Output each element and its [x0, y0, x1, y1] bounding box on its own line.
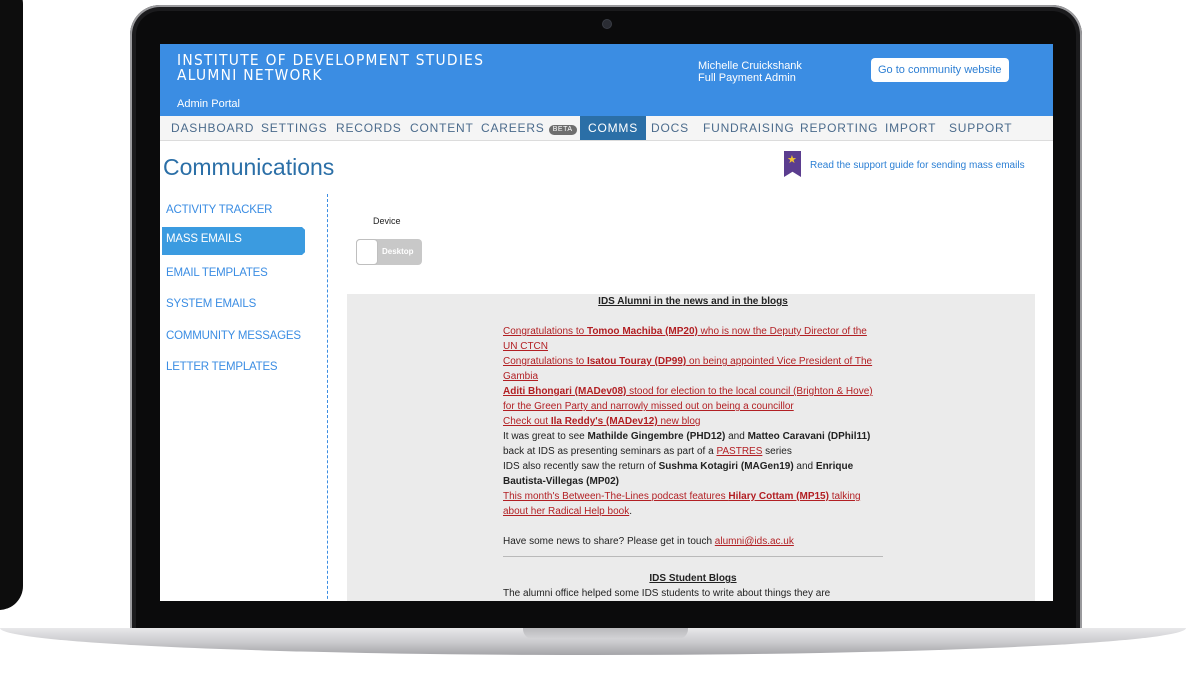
- news-item: Check out Ila Reddy's (MADev12) new blog: [503, 414, 883, 429]
- email-heading: IDS Alumni in the news and in the blogs: [598, 296, 788, 307]
- news-item: It was great to see Mathilde Gingembre (…: [503, 431, 871, 457]
- news-link[interactable]: Congratulations to Isatou Touray (DP99) …: [503, 356, 872, 382]
- alumni-email-link[interactable]: alumni@ids.ac.uk: [715, 536, 794, 547]
- sidebar-item-letter-templates[interactable]: LETTER TEMPLATES: [166, 361, 278, 373]
- news-item: Aditi Bhongari (MADev08) stood for elect…: [503, 384, 883, 414]
- news-link[interactable]: Check out Ila Reddy's (MADev12) new blog: [503, 416, 700, 427]
- camera-icon: [603, 20, 611, 28]
- top-header: INSTITUTE OF DEVELOPMENT STUDIES ALUMNI …: [160, 44, 1053, 116]
- sidebar-item-email-templates[interactable]: EMAIL TEMPLATES: [166, 267, 268, 279]
- support-guide-link[interactable]: Read the support guide for sending mass …: [810, 160, 1025, 171]
- sidebar-item-community-messages[interactable]: COMMUNITY MESSAGES: [166, 330, 301, 342]
- nav-comms[interactable]: COMMS: [580, 116, 646, 140]
- nav-reporting[interactable]: REPORTING: [800, 116, 878, 140]
- news-item: Congratulations to Isatou Touray (DP99) …: [503, 354, 883, 384]
- main-nav: DASHBOARD SETTINGS RECORDS CONTENT CAREE…: [160, 116, 1053, 141]
- nav-content[interactable]: CONTENT: [410, 116, 474, 140]
- device-label: Device: [373, 216, 401, 226]
- nav-settings[interactable]: SETTINGS: [261, 116, 327, 140]
- nav-support[interactable]: SUPPORT: [949, 116, 1012, 140]
- nav-records[interactable]: RECORDS: [336, 116, 402, 140]
- student-blogs-heading: IDS Student Blogs: [649, 573, 737, 584]
- site-subtitle: Admin Portal: [177, 98, 240, 110]
- news-item: This month's Between-The-Lines podcast f…: [503, 491, 861, 517]
- adjacent-device-edge: [0, 0, 23, 610]
- sidebar-item-label: MASS EMAILS: [166, 233, 242, 245]
- sidebar-item-activity-tracker[interactable]: ACTIVITY TRACKER: [166, 204, 272, 216]
- sidebar: [160, 194, 328, 601]
- user-name: Michelle Cruickshank: [698, 60, 802, 72]
- nav-careers[interactable]: CAREERS BETA: [481, 116, 577, 140]
- email-preview: IDS Alumni in the news and in the blogs …: [347, 294, 1035, 601]
- beta-badge: BETA: [548, 125, 577, 135]
- nav-docs[interactable]: DOCS: [651, 116, 689, 140]
- page-title: Communications: [163, 154, 335, 180]
- laptop-base-notch: [523, 628, 688, 639]
- laptop-screen: INSTITUTE OF DEVELOPMENT STUDIES ALUMNI …: [160, 44, 1053, 601]
- news-link[interactable]: Congratulations to Tomoo Machiba (MP20) …: [503, 326, 867, 352]
- nav-fundraising[interactable]: FUNDRAISING: [703, 116, 794, 140]
- user-info: Michelle Cruickshank Full Payment Admin: [698, 60, 802, 84]
- sidebar-item-mass-emails[interactable]: MASS EMAILS: [162, 227, 305, 255]
- news-link[interactable]: Aditi Bhongari (MADev08) stood for elect…: [503, 386, 873, 412]
- go-to-community-button[interactable]: Go to community website: [871, 58, 1009, 82]
- device-toggle[interactable]: Desktop: [356, 239, 422, 265]
- nav-import[interactable]: IMPORT: [885, 116, 936, 140]
- nav-dashboard[interactable]: DASHBOARD: [171, 116, 254, 140]
- pastres-link[interactable]: PASTRES: [716, 446, 762, 457]
- contact-line: Have some news to share? Please get in t…: [503, 536, 794, 547]
- toggle-knob: [356, 239, 378, 265]
- nav-careers-label: CAREERS: [481, 121, 545, 135]
- news-item: Congratulations to Tomoo Machiba (MP20) …: [503, 324, 883, 354]
- site-title: INSTITUTE OF DEVELOPMENT STUDIES ALUMNI …: [177, 51, 485, 84]
- news-item: IDS also recently saw the return of Sush…: [503, 461, 854, 487]
- divider: [503, 556, 883, 557]
- user-role: Full Payment Admin: [698, 72, 796, 84]
- toggle-label: Desktop: [382, 247, 414, 256]
- student-blogs-text: The alumni office helped some IDS studen…: [503, 588, 831, 599]
- podcast-link[interactable]: This month's Between-The-Lines podcast f…: [503, 491, 861, 517]
- sidebar-item-system-emails[interactable]: SYSTEM EMAILS: [166, 298, 256, 310]
- email-content: IDS Alumni in the news and in the blogs …: [503, 294, 883, 601]
- star-icon: ★: [787, 154, 797, 166]
